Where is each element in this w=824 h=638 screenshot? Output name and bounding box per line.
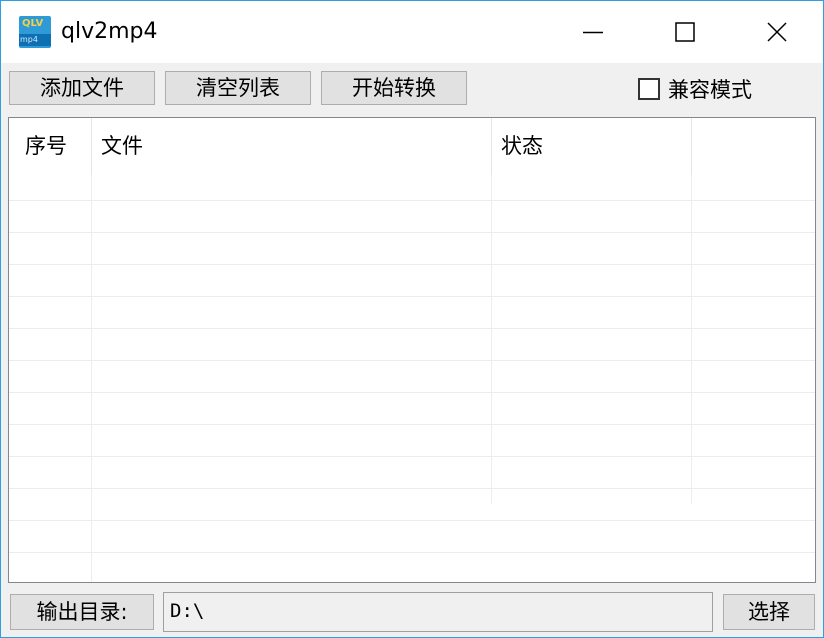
app-icon-bottom-text: mp4: [20, 35, 38, 44]
app-icon-top-text: QLV: [22, 18, 44, 29]
row-gridline: [9, 232, 815, 233]
row-gridline: [9, 424, 815, 425]
column-header-extra[interactable]: [691, 118, 815, 174]
file-list[interactable]: 序号 文件 状态: [8, 117, 816, 583]
row-gridline: [9, 488, 815, 489]
column-gridline: [691, 174, 692, 504]
list-header: 序号 文件 状态: [9, 118, 815, 174]
output-dir-field[interactable]: D:\: [163, 592, 713, 632]
minimize-button[interactable]: [547, 1, 639, 63]
row-gridline: [9, 296, 815, 297]
app-window: QLV mp4 qlv2mp4 添加文件 清空列表 开始转换 兼容模式 序号 文…: [0, 0, 824, 638]
column-header-status[interactable]: 状态: [485, 118, 685, 174]
compat-mode-checkbox[interactable]: [638, 78, 660, 100]
app-icon: QLV mp4: [19, 16, 51, 48]
output-dir-label: 输出目录:: [10, 594, 154, 630]
clear-list-button[interactable]: 清空列表: [165, 71, 311, 105]
add-files-button[interactable]: 添加文件: [9, 71, 155, 105]
column-header-file[interactable]: 文件: [85, 118, 485, 174]
title-bar[interactable]: QLV mp4 qlv2mp4: [1, 1, 823, 63]
start-convert-button[interactable]: 开始转换: [321, 71, 467, 105]
column-header-index[interactable]: 序号: [9, 118, 91, 174]
minimize-icon: [583, 31, 603, 34]
row-gridline: [9, 456, 815, 457]
row-gridline: [9, 200, 815, 201]
close-icon: [767, 22, 787, 42]
row-gridline: [9, 552, 815, 553]
maximize-icon: [675, 22, 695, 42]
select-dir-button[interactable]: 选择: [723, 594, 815, 630]
column-gridline: [91, 174, 92, 582]
row-gridline: [9, 264, 815, 265]
window-title: qlv2mp4: [61, 19, 158, 44]
row-gridline: [9, 520, 815, 521]
close-button[interactable]: [731, 1, 823, 63]
maximize-button[interactable]: [639, 1, 731, 63]
column-gridline: [491, 174, 492, 504]
compat-mode-label: 兼容模式: [668, 78, 752, 102]
row-gridline: [9, 360, 815, 361]
row-gridline: [9, 392, 815, 393]
row-gridline: [9, 328, 815, 329]
